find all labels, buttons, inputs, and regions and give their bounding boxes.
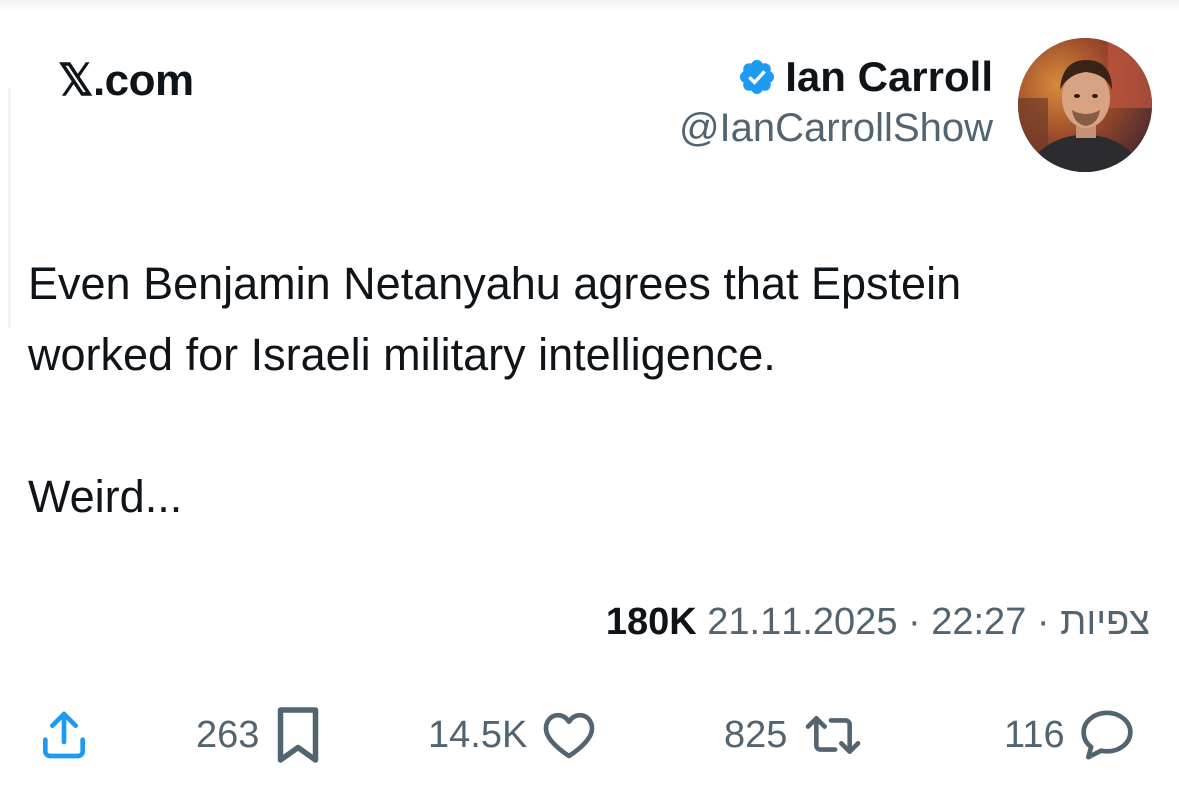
author-name-row[interactable]: Ian Carroll [679,52,993,102]
share-icon [36,707,92,763]
author-block[interactable]: Ian Carroll @IanCarrollShow [679,52,993,151]
repost-icon [801,710,865,760]
repost-count: 825 [724,713,788,756]
views-label: צפיות [1060,601,1150,643]
action-bar: 263 14.5K 825 116 [0,700,1179,770]
site-label: 𝕏.com [58,56,194,105]
bookmark-icon [273,704,323,766]
reply-count: 116 [1004,713,1065,756]
verified-badge-icon [737,57,777,97]
reply-button[interactable]: 116 [1004,700,1135,770]
like-count: 14.5K [428,713,528,756]
heart-icon [541,709,597,761]
meta-separator: · [908,601,921,643]
avatar[interactable] [1018,38,1152,172]
views-count: 180K [605,601,697,643]
tweet-text: Even Benjamin Netanyahu agrees that Epst… [28,258,962,522]
bookmark-button[interactable]: 263 [196,700,323,770]
share-button[interactable] [36,700,92,770]
tweet-date[interactable]: 21.11.2025 [707,601,897,643]
like-button[interactable]: 14.5K [428,700,597,770]
author-handle[interactable]: @IanCarrollShow [679,106,993,151]
top-edge-fade [0,0,1179,14]
author-display-name[interactable]: Ian Carroll [785,53,993,101]
bookmark-count: 263 [196,713,260,756]
meta-separator: · [1036,601,1050,643]
repost-button[interactable]: 825 [724,700,865,770]
reply-bubble-icon [1079,708,1135,762]
tweet-time[interactable]: 22:27 [931,601,1026,643]
tweet-meta: 180K צפיות · 22:27 · 21.11.2025 [606,601,1150,644]
left-edge-rule [8,88,11,328]
